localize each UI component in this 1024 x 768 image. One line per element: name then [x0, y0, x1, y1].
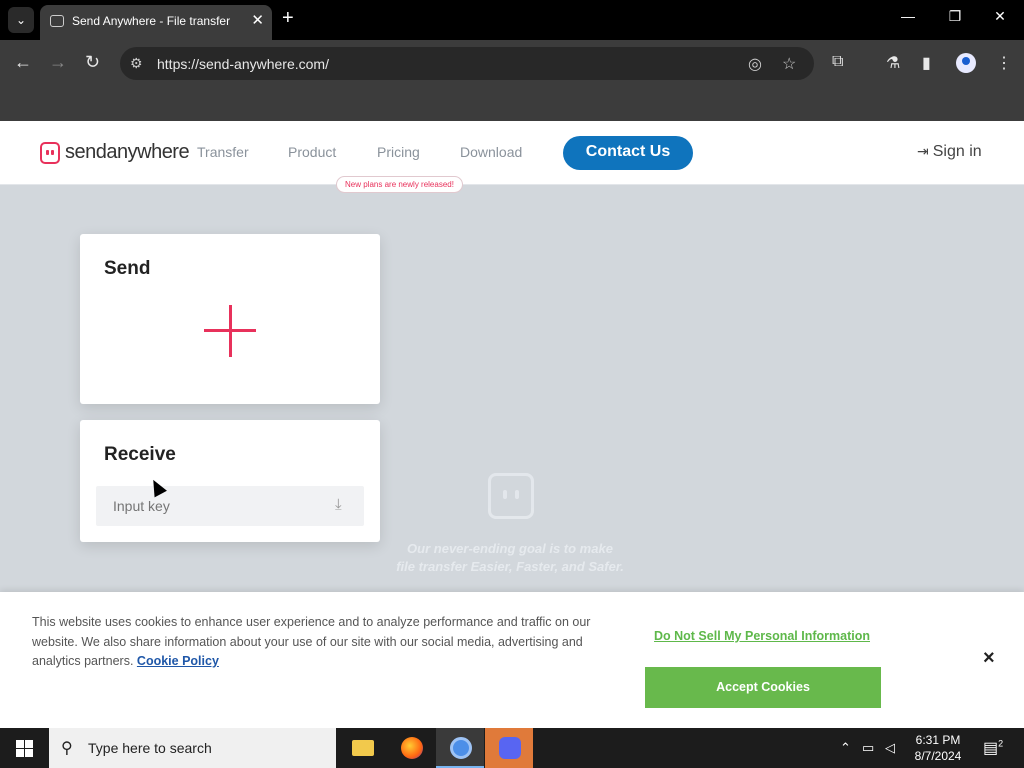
close-icon[interactable]: ✕ — [251, 11, 264, 29]
tagline-line-2: file transfer Easier, Faster, and Safer. — [396, 559, 624, 574]
tab-title: Send Anywhere - File transfer — [72, 14, 231, 28]
input-key-field[interactable] — [96, 486, 364, 526]
volume-muted-icon[interactable]: ◁ — [885, 740, 895, 756]
sign-in-icon: ⇥ — [917, 143, 929, 159]
chrome-icon[interactable] — [436, 728, 484, 768]
menu-icon[interactable]: ⋮ — [996, 53, 1012, 73]
nav-download[interactable]: Download — [460, 144, 522, 160]
minimize-icon[interactable]: — — [893, 8, 923, 24]
extensions-icon[interactable]: ⧉ — [832, 53, 843, 71]
pricing-badge: New plans are newly released! — [336, 176, 463, 193]
url-text[interactable]: https://send-anywhere.com/ — [157, 56, 329, 72]
receive-title: Receive — [104, 444, 176, 465]
windows-taskbar: ⚲ Type here to search ⌃ ▭ ◁ 6:31 PM 8/7/… — [0, 728, 1024, 768]
browser-tab-strip: ⌄ Send Anywhere - File transfer ✕ + — ❐ … — [0, 0, 1024, 40]
close-icon[interactable]: × — [983, 647, 995, 670]
notifications-icon[interactable]: ▤2 — [983, 738, 1003, 758]
cookie-message: This website uses cookies to enhance use… — [32, 615, 591, 668]
site-header: sendanywhere Transfer Product Pricing Do… — [0, 121, 1024, 193]
nav-product[interactable]: Product — [288, 144, 336, 160]
tagline-line-1: Our never-ending goal is to make — [407, 541, 613, 556]
site-info-icon[interactable]: ⚙ — [130, 55, 143, 72]
receive-card: Receive ⤓ — [80, 420, 380, 542]
logo-text[interactable]: sendanywhere — [65, 141, 190, 164]
windows-start-icon[interactable] — [16, 740, 33, 757]
taskbar-search-placeholder: Type here to search — [88, 740, 212, 756]
reload-icon[interactable]: ↻ — [85, 52, 100, 73]
search-icon: ⚲ — [61, 740, 73, 757]
browser-tab[interactable]: Send Anywhere - File transfer ✕ — [40, 5, 272, 40]
clock-date: 8/7/2024 — [914, 749, 962, 763]
side-panel-icon[interactable]: ▮ — [922, 53, 931, 73]
taskbar-search[interactable]: ⚲ Type here to search — [49, 728, 336, 768]
hero-tagline: Our never-ending goal is to make file tr… — [340, 540, 680, 576]
notification-count: 2 — [998, 738, 1004, 749]
taskbar-clock[interactable]: 6:31 PM 8/7/2024 — [906, 732, 970, 764]
accept-cookies-button[interactable]: Accept Cookies — [645, 667, 881, 708]
contact-us-button[interactable]: Contact Us — [563, 136, 693, 170]
cookie-banner: This website uses cookies to enhance use… — [0, 592, 1024, 728]
profile-icon[interactable] — [956, 53, 976, 73]
star-icon[interactable]: ☆ — [782, 54, 796, 74]
eye-off-icon[interactable]: ◎ — [748, 54, 762, 74]
discord-icon[interactable] — [485, 728, 533, 768]
download-icon[interactable]: ⤓ — [335, 496, 342, 513]
new-tab-button[interactable]: + — [282, 7, 294, 30]
forward-icon[interactable]: → — [49, 52, 67, 73]
bookmark-bar — [0, 88, 1024, 121]
nav-transfer[interactable]: Transfer — [197, 144, 249, 160]
cookie-policy-link[interactable]: Cookie Policy — [137, 654, 219, 668]
send-title: Send — [104, 258, 151, 279]
firefox-icon[interactable] — [387, 728, 435, 768]
brand-watermark-icon — [488, 473, 534, 519]
tab-favicon-icon — [50, 15, 64, 27]
do-not-sell-link[interactable]: Do Not Sell My Personal Information — [654, 629, 870, 643]
cookie-text: This website uses cookies to enhance use… — [32, 613, 622, 672]
back-icon[interactable]: ← — [14, 52, 32, 73]
file-explorer-icon[interactable] — [338, 728, 386, 768]
restore-icon[interactable]: ❐ — [940, 8, 970, 25]
chevron-up-icon[interactable]: ⌃ — [840, 740, 851, 756]
send-card: Send — [80, 234, 380, 404]
network-icon[interactable]: ▭ — [862, 740, 874, 756]
browser-toolbar: ← → ↻ ⚙ https://send-anywhere.com/ ◎ ☆ ⧉… — [0, 40, 1024, 88]
sign-in-label: Sign in — [932, 143, 982, 160]
nav-pricing[interactable]: Pricing — [377, 144, 420, 160]
sign-in-link[interactable]: ⇥ Sign in — [917, 143, 982, 161]
window-close-icon[interactable]: ✕ — [985, 8, 1015, 25]
labs-icon[interactable]: ⚗ — [886, 53, 900, 73]
tab-search-icon[interactable]: ⌄ — [8, 7, 34, 33]
logo-icon[interactable] — [40, 142, 60, 164]
address-bar[interactable]: ⚙ https://send-anywhere.com/ ◎ ☆ — [120, 47, 814, 80]
clock-time: 6:31 PM — [915, 733, 961, 747]
